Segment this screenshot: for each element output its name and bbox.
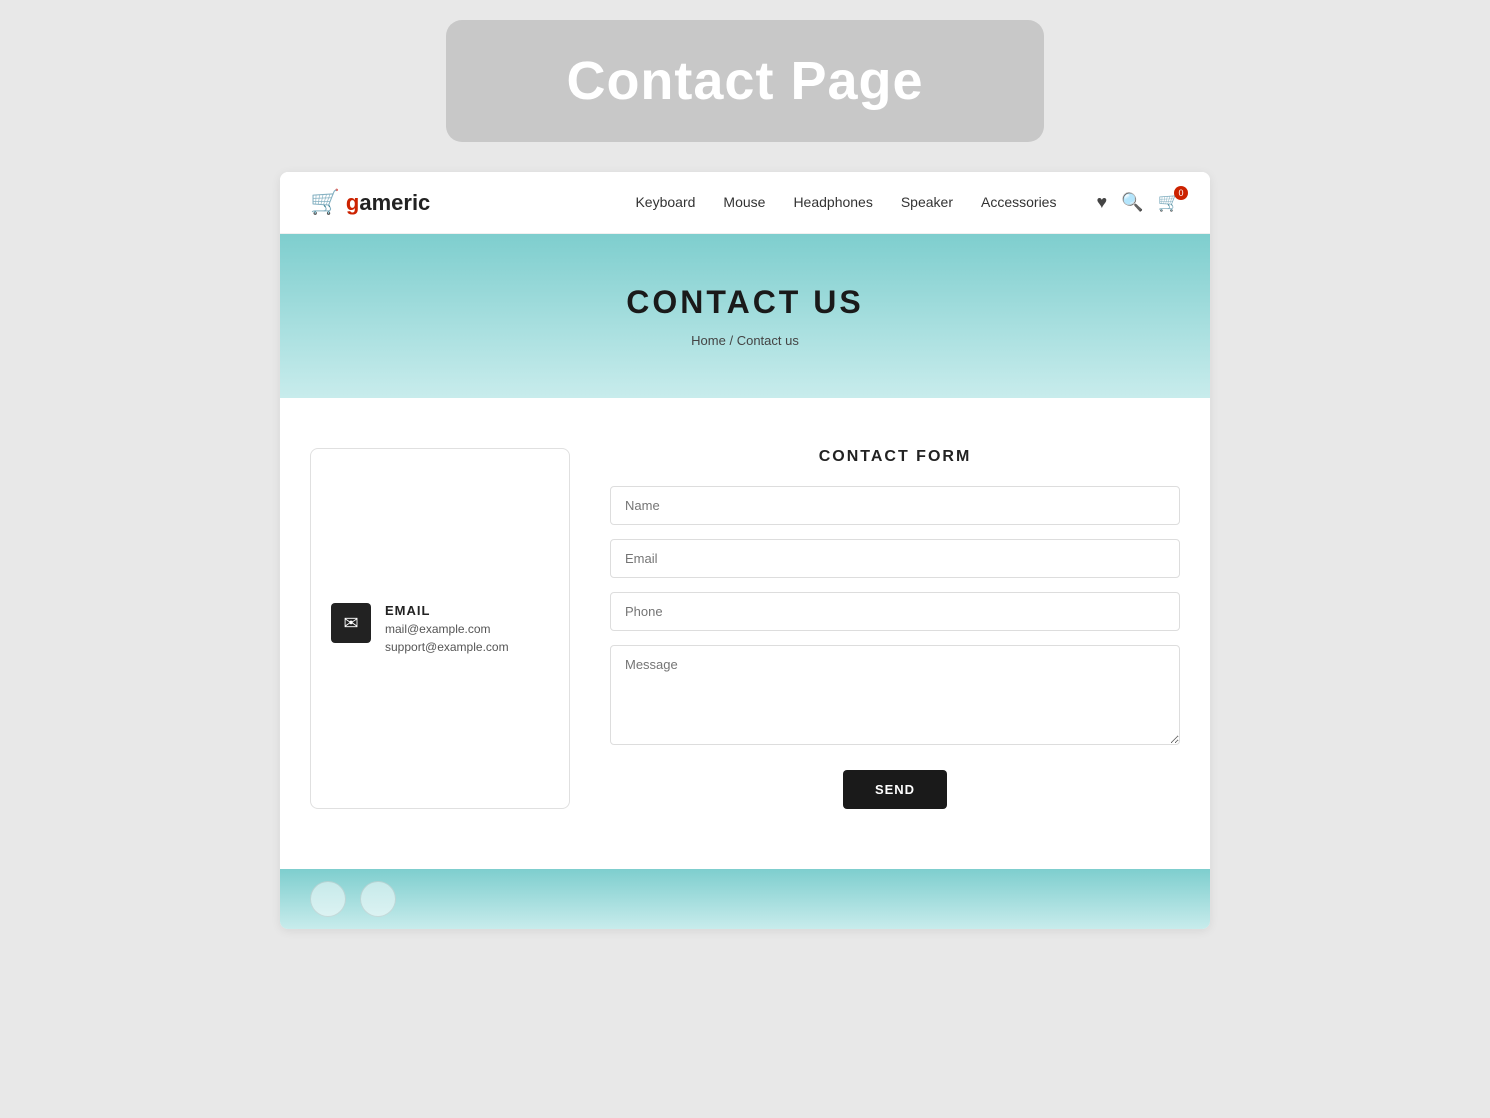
cart-badge: 0 — [1174, 186, 1188, 200]
wishlist-icon[interactable]: ♥ — [1096, 192, 1107, 213]
hero-section: CONTACT US Home / Contact us — [280, 234, 1210, 398]
email-addr-1: mail@example.com — [385, 622, 509, 636]
top-banner: Contact Page — [0, 0, 1490, 172]
top-banner-box: Contact Page — [446, 20, 1043, 142]
contact-form-area: CONTACT FORM SEND — [610, 448, 1180, 809]
search-icon[interactable]: 🔍 — [1121, 192, 1143, 213]
email-icon-box: ✉ — [331, 603, 371, 643]
email-addr-2: support@example.com — [385, 640, 509, 654]
nav-headphones[interactable]: Headphones — [793, 194, 872, 210]
content-area: ✉ EMAIL mail@example.com support@example… — [280, 398, 1210, 869]
nav-mouse[interactable]: Mouse — [723, 194, 765, 210]
footer-icon-1[interactable] — [310, 881, 346, 917]
nav-speaker[interactable]: Speaker — [901, 194, 953, 210]
email-input[interactable] — [610, 539, 1180, 578]
cart-wrapper[interactable]: 🛒 0 — [1158, 192, 1180, 213]
logo-text: gameric — [346, 190, 430, 216]
breadcrumb-separator: / — [729, 333, 733, 348]
breadcrumb-current: Contact us — [737, 333, 799, 348]
logo-cart-icon: 🛒 — [310, 188, 340, 217]
breadcrumb-home[interactable]: Home — [691, 333, 726, 348]
message-textarea[interactable] — [610, 645, 1180, 745]
email-row: ✉ EMAIL mail@example.com support@example… — [331, 603, 509, 654]
nav-keyboard[interactable]: Keyboard — [635, 194, 695, 210]
top-banner-title: Contact Page — [566, 50, 923, 112]
email-label: EMAIL — [385, 603, 509, 618]
logo: 🛒 gameric — [310, 188, 430, 217]
hero-title: CONTACT US — [300, 284, 1190, 321]
navbar: 🛒 gameric Keyboard Mouse Headphones Spea… — [280, 172, 1210, 234]
breadcrumb: Home / Contact us — [300, 333, 1190, 348]
contact-form-title: CONTACT FORM — [610, 448, 1180, 466]
footer-icon-2[interactable] — [360, 881, 396, 917]
mail-icon: ✉ — [343, 613, 358, 634]
nav-icons: ♥ 🔍 🛒 0 — [1096, 192, 1180, 213]
name-input[interactable] — [610, 486, 1180, 525]
email-details: EMAIL mail@example.com support@example.c… — [385, 603, 509, 654]
phone-input[interactable] — [610, 592, 1180, 631]
contact-info-card: ✉ EMAIL mail@example.com support@example… — [310, 448, 570, 809]
footer-strip — [280, 869, 1210, 929]
nav-accessories[interactable]: Accessories — [981, 194, 1056, 210]
nav-links: Keyboard Mouse Headphones Speaker Access… — [635, 194, 1056, 212]
send-button[interactable]: SEND — [843, 770, 947, 809]
website-preview: 🛒 gameric Keyboard Mouse Headphones Spea… — [280, 172, 1210, 929]
